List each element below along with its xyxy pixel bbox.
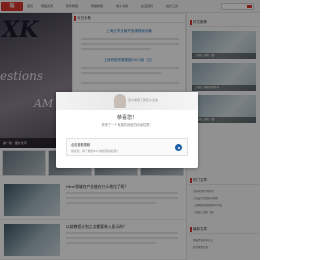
modal-header-image: 怎么收到了我怎么点击 xyxy=(56,92,198,110)
modal-subtitle: 获得了一个有趣的我座的阅读权限！ xyxy=(101,123,153,127)
open-reward-icon[interactable] xyxy=(175,144,182,151)
reward-description: 恭喜您，得了我的24小时的阅读权限！ xyxy=(71,149,120,153)
avatar xyxy=(114,94,126,108)
reward-modal: 怎么收到了我怎么点击 恭喜您！ 获得了一个有趣的我座的阅读权限！ 点击查看视频 … xyxy=(56,92,198,168)
reward-card[interactable]: 点击查看视频 恭喜您，得了我的24小时的阅读权限！ xyxy=(66,138,188,156)
modal-title: 恭喜您！ xyxy=(116,115,137,121)
modal-image-caption: 怎么收到了我怎么点击 xyxy=(128,98,159,102)
reward-name: 点击查看视频 xyxy=(71,143,91,147)
